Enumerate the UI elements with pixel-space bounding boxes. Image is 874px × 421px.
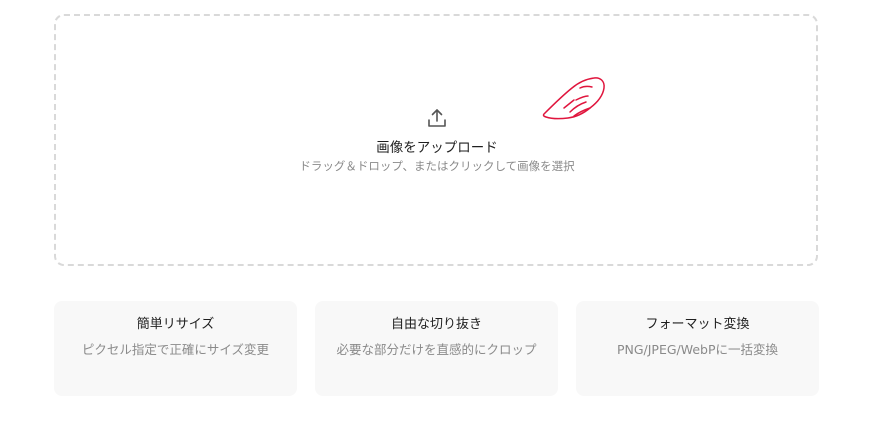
upload-title: 画像をアップロード (376, 140, 498, 156)
feature-title: 簡単リサイズ (136, 317, 215, 332)
feature-title: 自由な切り抜き (390, 317, 482, 332)
feature-description: PNG/JPEG/WebPに一括変換 (616, 342, 779, 357)
feature-card-resize: 簡単リサイズ ピクセル指定で正確にサイズ変更 (54, 301, 297, 396)
upload-icon (428, 109, 446, 127)
feature-title: フォーマット変換 (645, 317, 750, 332)
upload-subtitle: ドラッグ＆ドロップ、またはクリックして画像を選択 (299, 159, 575, 173)
feature-card-convert: フォーマット変換 PNG/JPEG/WebPに一括変換 (576, 301, 819, 396)
feature-description: ピクセル指定で正確にサイズ変更 (81, 342, 270, 357)
feature-card-crop: 自由な切り抜き 必要な部分だけを直感的にクロップ (315, 301, 558, 396)
pointing-hand-icon (542, 77, 605, 120)
feature-description: 必要な部分だけを直感的にクロップ (336, 342, 537, 357)
